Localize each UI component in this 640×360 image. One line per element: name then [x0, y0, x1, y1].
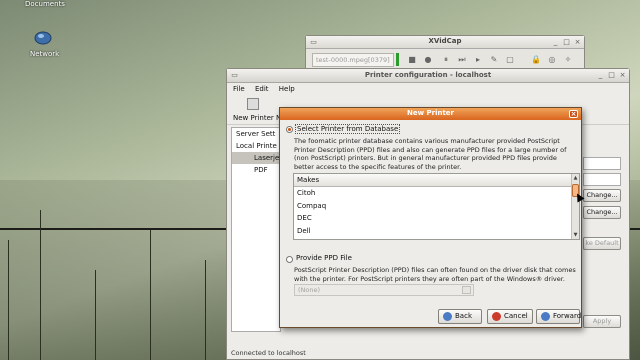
cancel-button[interactable]: Cancel [487, 309, 533, 324]
level-meter [396, 53, 399, 66]
select-icon[interactable]: ◎ [546, 53, 558, 66]
pause-icon[interactable]: ⏸ [440, 53, 452, 66]
menu-file[interactable]: File [233, 85, 245, 93]
network-icon[interactable] [33, 29, 53, 47]
grass-stalk [205, 260, 206, 360]
maximize-icon[interactable]: □ [607, 71, 616, 80]
makes-scrollbar[interactable]: ▲ ▼ [571, 174, 579, 239]
radio-database[interactable] [286, 126, 293, 133]
new-printer-button[interactable]: New Printer [233, 114, 274, 122]
folder-icon [462, 286, 471, 294]
frame-icon[interactable]: ▢ [504, 53, 516, 66]
tree-item-server-settings[interactable]: Server Sett [232, 128, 280, 140]
status-bar: Connected to localhost [231, 349, 306, 357]
network-label[interactable]: Network [30, 50, 59, 58]
back-arrow-icon [443, 312, 452, 321]
cancel-label: Cancel [504, 312, 528, 320]
makes-header[interactable]: Makes [294, 174, 579, 187]
list-item[interactable]: Dell [294, 225, 579, 238]
close-icon[interactable]: × [569, 110, 578, 118]
scroll-up-icon[interactable]: ▲ [572, 174, 579, 182]
minimize-icon[interactable]: _ [596, 71, 605, 80]
option-ppd-label[interactable]: Provide PPD File [296, 254, 352, 262]
record-icon[interactable]: ● [422, 53, 434, 66]
printer-config-titlebar[interactable]: ▭ Printer configuration - localhost _ □ … [227, 69, 629, 83]
menu-edit[interactable]: Edit [255, 85, 269, 93]
printer-tree[interactable]: Server Sett Local Printe Laserjet PDF [231, 127, 281, 332]
list-item[interactable]: DEC [294, 212, 579, 225]
minimize-icon[interactable]: _ [551, 38, 560, 47]
right-field[interactable] [583, 173, 621, 186]
database-description: The foomatic printer database contains v… [294, 137, 567, 171]
new-printer-titlebar[interactable]: New Printer × [280, 108, 581, 120]
menubar: File Edit Help [227, 83, 629, 95]
cancel-icon [492, 312, 501, 321]
apply-button[interactable]: Apply [583, 315, 621, 328]
forward-arrow-icon [541, 312, 550, 321]
back-label: Back [455, 312, 472, 320]
close-icon[interactable]: × [618, 71, 627, 80]
new-printer-title: New Printer [406, 109, 455, 117]
new-printer-dialog: New Printer × Select Printer from Databa… [279, 107, 582, 328]
forward-label: Forward [553, 312, 582, 320]
menu-help[interactable]: Help [279, 85, 295, 93]
new-printer-icon[interactable] [247, 98, 259, 110]
printer-config-title: Printer configuration - localhost [364, 71, 492, 79]
xvidcap-titlebar[interactable]: ▭ XVidCap _ □ × [306, 36, 584, 49]
stop-icon[interactable]: ■ [406, 53, 418, 66]
desktop-documents-label[interactable]: Documents [25, 0, 65, 8]
grass-stalk [8, 240, 9, 360]
back-button[interactable]: Back [438, 309, 482, 324]
tree-item-pdf[interactable]: PDF [232, 164, 280, 176]
ppd-description: PostScript Printer Description (PPD) fil… [294, 266, 576, 283]
xvidcap-window: ▭ XVidCap _ □ × test-0000.mpeg[0379] ■ ●… [305, 35, 585, 72]
grass-stalk [40, 210, 41, 360]
filename-icon[interactable]: ▸ [472, 53, 484, 66]
forward-button[interactable]: Forward [536, 309, 582, 324]
list-item[interactable]: Compaq [294, 200, 579, 213]
xvidcap-file-field[interactable]: test-0000.mpeg[0379] [312, 53, 394, 67]
list-item[interactable]: Citoh [294, 187, 579, 200]
step-icon[interactable]: ⏭ [456, 53, 468, 66]
xvidcap-title: XVidCap [428, 37, 462, 45]
edit-icon[interactable]: ✎ [488, 53, 500, 66]
wand-icon[interactable]: ✧ [562, 53, 574, 66]
ppd-file-value: (None) [298, 286, 321, 294]
option-database-label[interactable]: Select Printer from Database [295, 124, 401, 134]
change-button[interactable]: Change... [583, 206, 621, 219]
change-button[interactable]: Change... [583, 189, 621, 202]
makes-list[interactable]: Makes Citoh Compaq DEC Dell ▲ ▼ [293, 173, 580, 240]
maximize-icon[interactable]: □ [562, 38, 571, 47]
grass-stalk [95, 270, 96, 360]
tree-item-laserjet[interactable]: Laserjet [232, 152, 280, 164]
ppd-file-chooser[interactable]: (None) [294, 284, 474, 296]
make-default-button[interactable]: ke Default [583, 237, 621, 250]
radio-ppd[interactable] [286, 256, 293, 263]
grass-stalk [150, 230, 151, 360]
lock-icon[interactable]: 🔒 [530, 53, 542, 66]
tree-item-local-printers[interactable]: Local Printe [232, 140, 280, 152]
close-icon[interactable]: × [573, 38, 582, 47]
right-field[interactable] [583, 157, 621, 170]
scroll-down-icon[interactable]: ▼ [572, 231, 579, 239]
